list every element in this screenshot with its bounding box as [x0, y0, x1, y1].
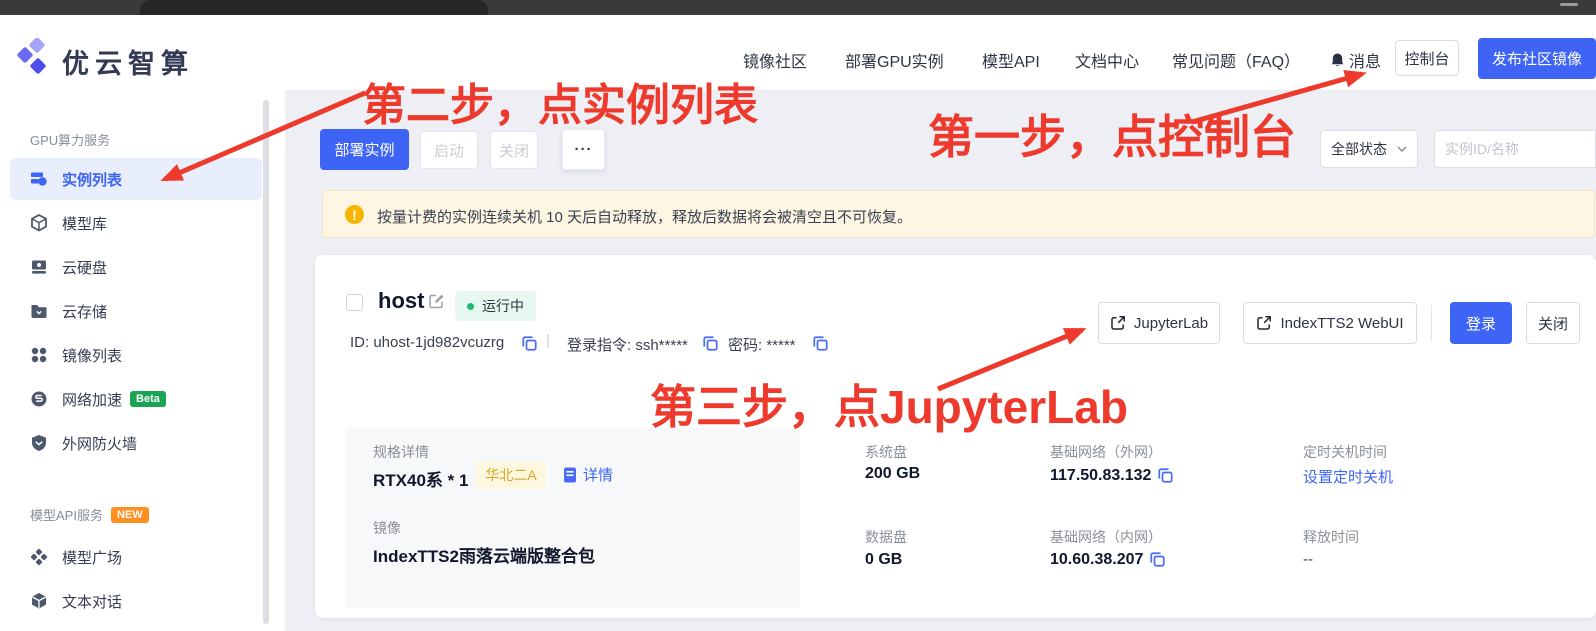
- text-chat-icon: [30, 592, 48, 610]
- nav-docs-center[interactable]: 文档中心: [1075, 48, 1139, 72]
- instance-id: ID: uhost-1jd982vcuzrg: [350, 334, 504, 351]
- nav-model-api[interactable]: 模型API: [982, 48, 1040, 72]
- firewall-icon: [30, 434, 48, 452]
- release-time-value: --: [1303, 551, 1313, 568]
- int-net-value: 10.60.38.207: [1050, 551, 1143, 569]
- spec-detail-link[interactable]: 详情: [563, 464, 613, 485]
- sidebar-item-model-plaza[interactable]: 模型广场: [30, 536, 122, 578]
- start-button[interactable]: 启动: [420, 131, 478, 169]
- messages-link[interactable]: 消息: [1330, 48, 1381, 72]
- chevron-down-icon: [1397, 146, 1407, 152]
- instance-checkbox[interactable]: [346, 294, 363, 311]
- status-dot-icon: [467, 303, 474, 310]
- nav-image-community[interactable]: 镜像社区: [743, 48, 807, 72]
- logo-text: 优云智算: [62, 42, 194, 81]
- annotation-step2: 第二步，点实例列表: [362, 84, 758, 128]
- sidebar-item-cloud-disk[interactable]: 云硬盘: [30, 246, 107, 288]
- data-disk-label: 数据盘: [865, 527, 907, 547]
- webui-label: IndexTTS2 WebUI: [1280, 315, 1403, 332]
- beta-badge: Beta: [130, 391, 166, 407]
- spec-label: 规格详情: [373, 442, 429, 462]
- sidebar-item-image-list[interactable]: 镜像列表: [30, 334, 122, 376]
- login-command: 登录指令: ssh*****: [567, 334, 688, 355]
- ext-net-value: 117.50.83.132: [1050, 467, 1151, 485]
- new-badge: NEW: [111, 507, 149, 523]
- image-label: 镜像: [373, 518, 401, 538]
- logo-icon: [16, 38, 52, 78]
- copy-int-ip-icon[interactable]: [1150, 552, 1165, 567]
- sidebar-scrollbar[interactable]: [263, 100, 269, 624]
- publish-community-image-button[interactable]: 发布社区镜像: [1478, 38, 1596, 79]
- spec-value: RTX40系 * 1: [373, 466, 468, 491]
- copy-password-icon[interactable]: [813, 336, 828, 351]
- copy-id-icon[interactable]: [522, 336, 537, 351]
- region-badge: 华北二A: [476, 461, 546, 489]
- browser-tab[interactable]: [140, 0, 488, 15]
- copy-ext-ip-icon[interactable]: [1158, 468, 1173, 483]
- external-link-icon: [1110, 315, 1126, 331]
- set-shutdown-timer-link[interactable]: 设置定时关机: [1303, 466, 1393, 487]
- close-instance-button[interactable]: 关闭: [1526, 302, 1580, 344]
- sidebar-section-gpu-services: GPU算力服务: [30, 130, 110, 149]
- sidebar-item-network-acceleration[interactable]: 网络加速 Beta: [30, 378, 166, 420]
- cloud-disk-icon: [30, 258, 48, 276]
- annotation-step1: 第一步，点控制台: [928, 114, 1296, 160]
- detail-link-label: 详情: [583, 464, 613, 485]
- image-value: IndexTTS2雨落云端版整合包: [373, 542, 595, 567]
- annotation-step3: 第三步，点JupyterLab: [650, 384, 1128, 430]
- screen: 优云智算 镜像社区 部署GPU实例 模型API 文档中心 常见问题（FAQ） 消…: [0, 0, 1596, 631]
- indextts2-webui-button[interactable]: IndexTTS2 WebUI: [1243, 302, 1417, 344]
- nav-faq[interactable]: 常见问题（FAQ）: [1172, 48, 1300, 72]
- instance-name: host: [378, 288, 424, 314]
- warning-icon: !: [345, 205, 364, 224]
- ext-net-label: 基础网络（外网）: [1050, 442, 1162, 462]
- model-library-icon: [30, 214, 48, 232]
- status-filter-select[interactable]: 全部状态: [1320, 130, 1418, 168]
- console-button[interactable]: 控制台: [1395, 40, 1459, 76]
- alert-text: 按量计费的实例连续关机 10 天后自动释放，释放后数据将会被清空且不可恢复。: [377, 206, 912, 227]
- nav-deploy-gpu-instance[interactable]: 部署GPU实例: [845, 48, 944, 72]
- edit-icon[interactable]: [428, 292, 446, 310]
- bell-icon: [1330, 52, 1345, 69]
- window-minimize-icon[interactable]: [1560, 3, 1578, 6]
- button-divider: [1431, 305, 1432, 341]
- network-acceleration-icon: [30, 390, 48, 408]
- instance-list-icon: [30, 170, 48, 188]
- release-time-label: 释放时间: [1303, 527, 1359, 547]
- sidebar-item-instance-list[interactable]: 实例列表: [30, 158, 122, 200]
- instance-search-input[interactable]: [1434, 130, 1596, 168]
- deploy-instance-button[interactable]: 部署实例: [320, 129, 409, 170]
- sidebar-section-model-api: 模型API服务 NEW: [30, 505, 149, 524]
- more-actions-button[interactable]: ···: [562, 129, 605, 170]
- sys-disk-value: 200 GB: [865, 465, 920, 483]
- external-link-icon: [1256, 315, 1272, 331]
- auto-release-alert: ! 按量计费的实例连续关机 10 天后自动释放，释放后数据将会被清空且不可恢复。: [322, 190, 1595, 238]
- messages-label: 消息: [1349, 48, 1381, 72]
- data-disk-value: 0 GB: [865, 551, 902, 569]
- sidebar-item-text-chat[interactable]: 文本对话: [30, 580, 122, 622]
- status-badge: 运行中: [455, 291, 536, 321]
- login-button[interactable]: 登录: [1450, 302, 1512, 344]
- copy-login-icon[interactable]: [703, 336, 718, 351]
- status-filter-value: 全部状态: [1331, 139, 1387, 159]
- model-plaza-icon: [30, 548, 48, 566]
- image-list-icon: [30, 346, 48, 364]
- sidebar-item-model-library[interactable]: 模型库: [30, 202, 107, 244]
- stop-button[interactable]: 关闭: [490, 131, 538, 169]
- sidebar-item-cloud-storage[interactable]: 云存储: [30, 290, 107, 332]
- browser-tab-bar: [0, 0, 1596, 15]
- meta-divider: |: [546, 332, 550, 349]
- int-net-label: 基础网络（内网）: [1050, 527, 1162, 547]
- sidebar-item-external-firewall[interactable]: 外网防火墙: [30, 422, 137, 464]
- document-icon: [563, 467, 577, 483]
- shutdown-timer-label: 定时关机时间: [1303, 442, 1387, 462]
- password-masked: 密码: *****: [728, 334, 796, 355]
- sys-disk-label: 系统盘: [865, 442, 907, 462]
- status-text: 运行中: [482, 296, 524, 316]
- jupyterlab-button[interactable]: JupyterLab: [1098, 302, 1220, 344]
- jupyterlab-label: JupyterLab: [1134, 315, 1208, 332]
- cloud-storage-icon: [30, 302, 48, 320]
